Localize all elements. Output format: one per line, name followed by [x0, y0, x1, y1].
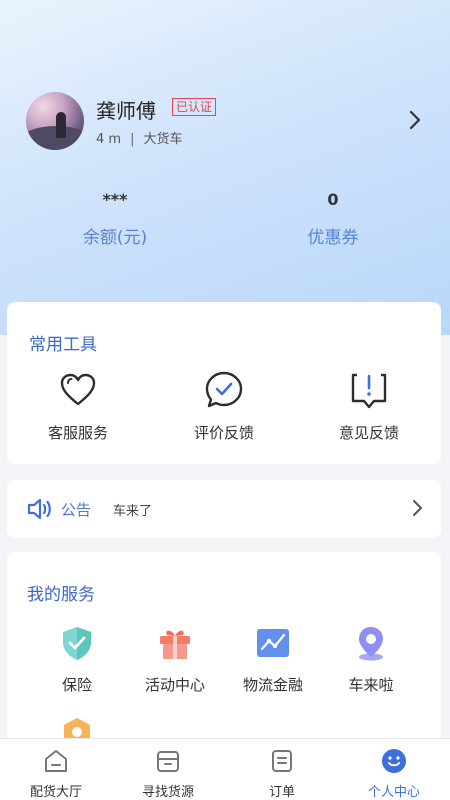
home-icon — [45, 750, 67, 772]
profile-row[interactable]: 龚师傅 已认证 4 m | 大货车 — [26, 92, 426, 150]
balance-value: *** — [102, 190, 128, 209]
truck-type: 大货车 — [143, 132, 183, 147]
user-icon — [382, 749, 406, 773]
service-label: 车来啦 — [348, 676, 394, 694]
common-tools-card: 常用工具 客服服务 评价反馈 意见反馈 — [7, 302, 441, 464]
service-more-partial[interactable] — [59, 714, 95, 740]
coupon-label: 优惠券 — [307, 228, 359, 248]
announcement-tag: 公告 — [61, 501, 92, 519]
announcement-bar[interactable]: 公告 车来了 — [7, 480, 441, 538]
chevron-right-icon[interactable] — [408, 110, 422, 130]
service-label: 保险 — [61, 676, 92, 694]
balance-label: 余额(元) — [82, 228, 148, 248]
common-tools-title: 常用工具 — [29, 335, 97, 355]
tab-orders[interactable]: 订单 — [226, 747, 338, 800]
my-services-title: 我的服务 — [27, 585, 95, 605]
driver-name: 龚师傅 — [96, 99, 156, 123]
my-services-card: 我的服务 保险 活动中心 物流金融 车来啦 — [7, 552, 441, 752]
avatar[interactable] — [26, 92, 84, 150]
coupon-value: 0 — [327, 190, 339, 209]
bottom-tab-bar: 配货大厅 寻找货源 订单 个人中心 — [0, 738, 450, 800]
service-label: 活动中心 — [144, 676, 205, 694]
tool-label: 评价反馈 — [193, 424, 254, 442]
box-icon — [157, 751, 179, 772]
tool-customer-service[interactable]: 客服服务 — [18, 370, 138, 443]
gift-icon — [160, 630, 190, 659]
coupon-stat[interactable]: 0 优惠券 — [258, 190, 408, 248]
hexagon-icon — [64, 718, 90, 740]
tab-personal-center[interactable]: 个人中心 — [338, 747, 450, 800]
verified-badge: 已认证 — [172, 98, 217, 116]
balance-stat[interactable]: *** 余额(元) — [40, 190, 190, 248]
truck-length: 4 m — [96, 132, 122, 147]
chevron-right-icon — [413, 500, 422, 516]
heart-icon — [60, 373, 96, 406]
service-activity-center[interactable]: 活动中心 — [127, 624, 223, 695]
feedback-icon — [351, 373, 387, 409]
tool-label: 客服服务 — [47, 424, 108, 442]
tab-label: 寻找货源 — [141, 785, 194, 800]
service-che-lai-la[interactable]: 车来啦 — [323, 624, 419, 695]
order-list-icon — [272, 750, 292, 772]
tab-label: 个人中心 — [367, 785, 420, 800]
info-separator: | — [130, 132, 135, 147]
tab-label: 订单 — [268, 785, 295, 800]
tool-review-feedback[interactable]: 评价反馈 — [164, 370, 284, 443]
driver-truck-info: 4 m | 大货车 — [96, 128, 182, 147]
location-pin-icon — [359, 627, 383, 661]
announcement-message: 车来了 — [113, 504, 153, 519]
chart-icon — [257, 629, 289, 657]
tool-opinion-feedback[interactable]: 意见反馈 — [309, 370, 429, 443]
speaker-icon — [27, 498, 51, 520]
tab-dispatch-hall[interactable]: 配货大厅 — [0, 747, 112, 800]
service-logistics-finance[interactable]: 物流金融 — [225, 624, 321, 695]
tab-find-cargo[interactable]: 寻找货源 — [112, 747, 224, 800]
shield-check-icon — [63, 627, 91, 660]
service-label: 物流金融 — [242, 676, 303, 694]
tool-label: 意见反馈 — [338, 424, 399, 442]
tab-label: 配货大厅 — [29, 785, 82, 800]
chat-check-icon — [205, 371, 243, 408]
service-insurance[interactable]: 保险 — [29, 624, 125, 695]
profile-header-background — [0, 0, 450, 335]
